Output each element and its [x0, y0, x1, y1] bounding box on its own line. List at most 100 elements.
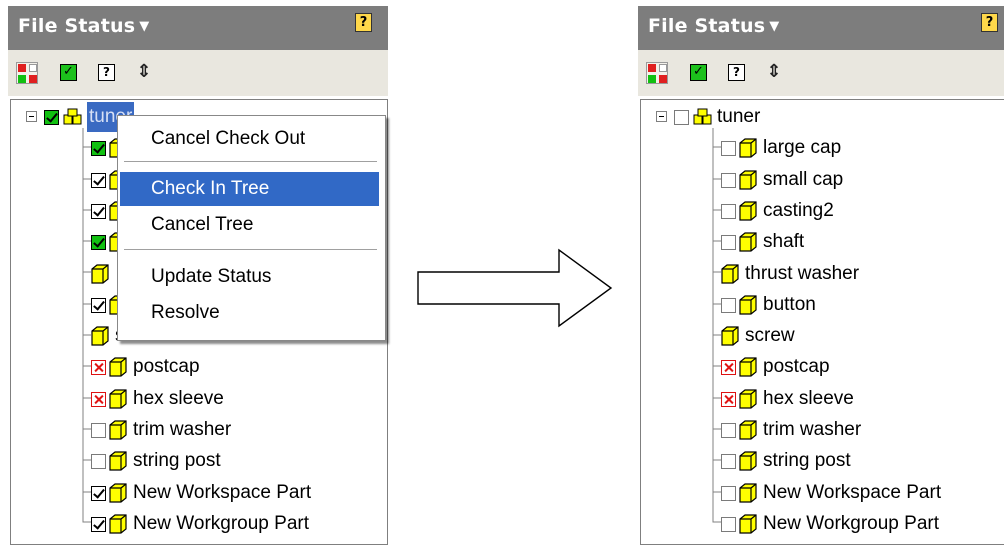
menu-separator: [124, 161, 377, 163]
tree-item-checkbox[interactable]: [91, 173, 106, 188]
tree-item-row[interactable]: large cap: [641, 133, 1004, 163]
part-icon: [739, 483, 757, 503]
toolbar: ✓ ? ⇕: [638, 50, 1004, 96]
tree-item-label: small cap: [763, 169, 844, 190]
tree-item-checkbox[interactable]: [721, 423, 736, 438]
tree-item-row[interactable]: small cap: [641, 165, 1004, 195]
menu-item-check-in-tree[interactable]: Check In Tree: [120, 172, 379, 206]
part-icon: [109, 420, 127, 440]
tree-item-label: casting2: [763, 200, 834, 221]
tree-item-checkbox[interactable]: [91, 235, 106, 250]
tree-item-row[interactable]: shaft: [641, 227, 1004, 257]
tree-item-row[interactable]: trim washer: [11, 415, 381, 445]
tree-item-label: string post: [763, 450, 851, 471]
tree-item-label: New Workgroup Part: [133, 513, 309, 534]
tree-item-row[interactable]: casting2: [641, 196, 1004, 226]
tree-item-checkbox[interactable]: [721, 204, 736, 219]
menu-item-cancel-check-out[interactable]: Cancel Check Out: [120, 122, 379, 156]
tree-item-label: shaft: [763, 231, 805, 252]
question-icon[interactable]: ?: [728, 64, 745, 81]
tree-item-checkbox[interactable]: [721, 235, 736, 250]
status-error-checkbox[interactable]: [721, 360, 736, 375]
tree-item-label: trim washer: [763, 419, 862, 440]
refresh-icon[interactable]: ⇕: [765, 62, 783, 84]
tree-item-checkbox[interactable]: [91, 454, 106, 469]
assembly-icon: [63, 108, 83, 126]
menu-item-update-status[interactable]: Update Status: [120, 260, 379, 294]
tree-item-label: trim washer: [133, 419, 232, 440]
tree-item-row[interactable]: New Workspace Part: [11, 478, 381, 508]
status-error-checkbox[interactable]: [91, 392, 106, 407]
tree-item-checkbox[interactable]: [91, 486, 106, 501]
tree-item-label: screw: [745, 325, 795, 346]
tree-item-checkbox[interactable]: [721, 486, 736, 501]
part-icon: [739, 201, 757, 221]
menu-item-cancel-tree[interactable]: Cancel Tree: [120, 208, 379, 242]
panel-title[interactable]: File Status ▼: [18, 15, 149, 37]
tree-root-checkbox[interactable]: [44, 110, 59, 125]
panel-titlebar[interactable]: File Status ▼ ?: [638, 6, 1004, 50]
part-icon: [739, 170, 757, 190]
tree-root-label: tuner: [717, 106, 761, 127]
dropdown-caret-icon[interactable]: ▼: [769, 19, 779, 34]
tree-item-row[interactable]: hex sleeve: [11, 384, 381, 414]
tree-item-row[interactable]: New Workgroup Part: [11, 509, 381, 539]
status-grid-icon[interactable]: [16, 62, 38, 84]
check-icon[interactable]: ✓: [690, 64, 707, 81]
tree-item-checkbox[interactable]: [91, 517, 106, 532]
tree-item-row[interactable]: hex sleeve: [641, 384, 1004, 414]
part-icon: [109, 357, 127, 377]
tree-item-row[interactable]: trim washer: [641, 415, 1004, 445]
part-icon: [109, 451, 127, 471]
tree-item-row[interactable]: New Workspace Part: [641, 478, 1004, 508]
status-grid-icon[interactable]: [646, 62, 668, 84]
refresh-icon[interactable]: ⇕: [135, 62, 153, 84]
right-arrow-icon: [417, 248, 613, 328]
tree-item-label: New Workspace Part: [133, 482, 312, 503]
tree-item-row[interactable]: screw: [641, 321, 1004, 351]
tree-item-label: postcap: [763, 356, 830, 377]
check-icon[interactable]: ✓: [60, 64, 77, 81]
status-error-checkbox[interactable]: [721, 392, 736, 407]
help-icon[interactable]: ?: [355, 13, 372, 32]
collapse-icon[interactable]: [656, 111, 667, 122]
tree-item-row[interactable]: button: [641, 290, 1004, 320]
tree-root-row[interactable]: tuner: [641, 102, 1004, 132]
tree-item-checkbox[interactable]: [91, 141, 106, 156]
tree-item-row[interactable]: string post: [641, 446, 1004, 476]
tree-item-row[interactable]: postcap: [11, 352, 381, 382]
tree-item-row[interactable]: string post: [11, 446, 381, 476]
part-icon: [91, 264, 109, 284]
dropdown-caret-icon[interactable]: ▼: [139, 19, 149, 34]
part-icon: [109, 514, 127, 534]
tree-item-checkbox[interactable]: [721, 298, 736, 313]
part-icon: [739, 357, 757, 377]
tree-root-checkbox[interactable]: [674, 110, 689, 125]
tree-item-checkbox[interactable]: [721, 173, 736, 188]
status-error-checkbox[interactable]: [91, 360, 106, 375]
part-icon: [721, 326, 739, 346]
panel-titlebar[interactable]: File Status ▼ ?: [8, 6, 388, 50]
tree-item-checkbox[interactable]: [721, 141, 736, 156]
panel-title[interactable]: File Status ▼: [648, 15, 779, 37]
tree-item-checkbox[interactable]: [91, 298, 106, 313]
menu-item-resolve[interactable]: Resolve: [120, 296, 379, 330]
assembly-icon: [693, 108, 713, 126]
file-tree[interactable]: tuner large cap small cap casting2 shaft thru…: [640, 99, 1004, 545]
tree-item-label: large cap: [763, 137, 842, 158]
tree-item-checkbox[interactable]: [721, 517, 736, 532]
part-icon: [739, 451, 757, 471]
help-icon[interactable]: ?: [981, 13, 998, 32]
collapse-icon[interactable]: [26, 111, 37, 122]
tree-item-row[interactable]: thrust washer: [641, 259, 1004, 289]
tree-item-checkbox[interactable]: [91, 423, 106, 438]
tree-item-checkbox[interactable]: [91, 204, 106, 219]
tree-item-label: string post: [133, 450, 221, 471]
tree-item-row[interactable]: New Workgroup Part: [641, 509, 1004, 539]
tree-item-label: New Workgroup Part: [763, 513, 939, 534]
tree-item-checkbox[interactable]: [721, 454, 736, 469]
part-icon: [739, 420, 757, 440]
tree-item-row[interactable]: postcap: [641, 352, 1004, 382]
tree-item-label: thrust washer: [745, 263, 860, 284]
question-icon[interactable]: ?: [98, 64, 115, 81]
